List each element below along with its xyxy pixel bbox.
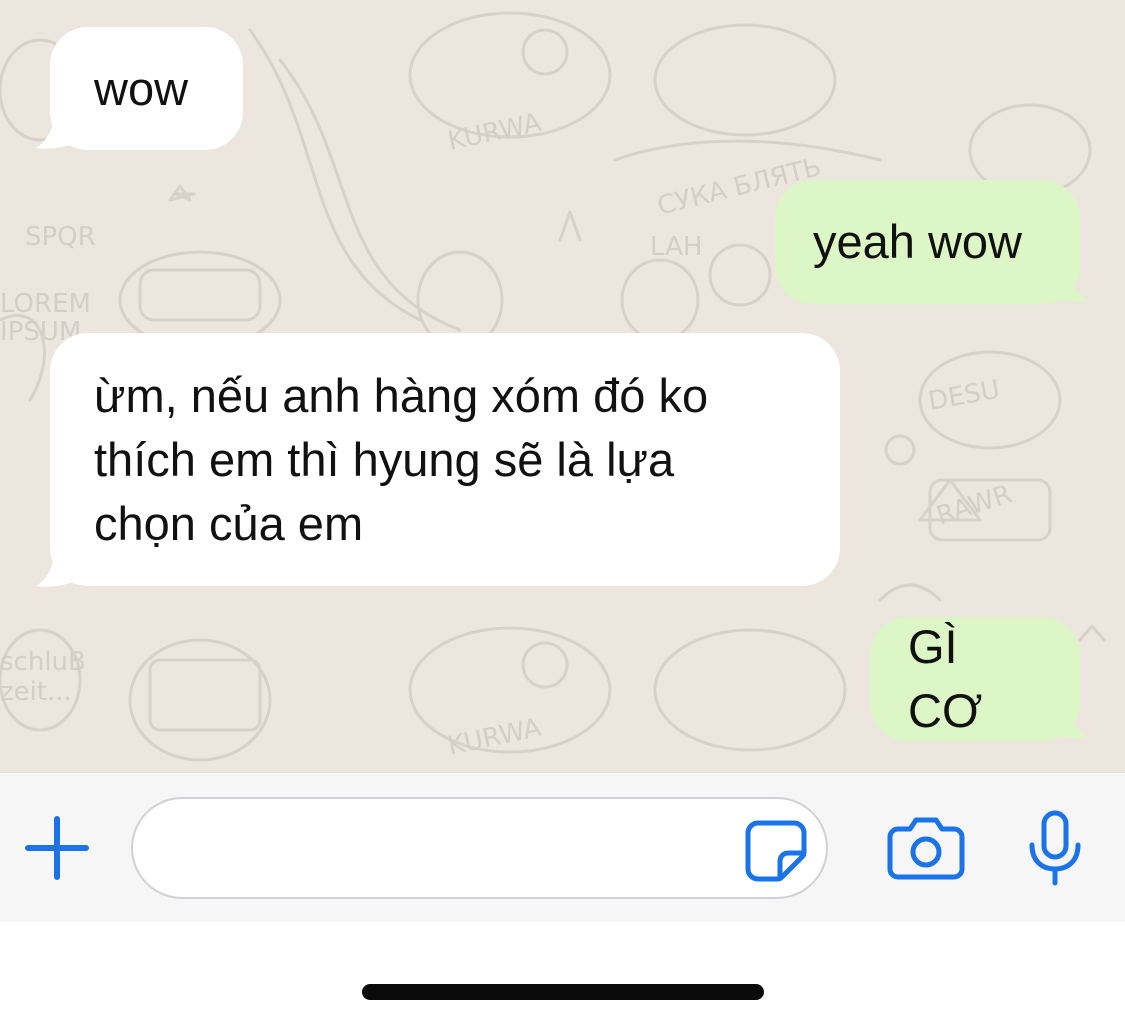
message-text: GÌ CƠ (908, 620, 983, 737)
svg-text:DESU: DESU (926, 375, 1002, 417)
home-indicator[interactable] (362, 984, 764, 1000)
message-text: yeah wow (813, 215, 1022, 268)
svg-text:schluB: schluB (0, 647, 86, 677)
home-area (0, 922, 1125, 1024)
message-bubble-incoming[interactable]: wow (50, 27, 243, 150)
svg-text:LOREM: LOREM (0, 289, 91, 319)
message-text: ừm, nếu anh hàng xóm đó ko thích em thì … (94, 368, 709, 550)
message-composer (0, 772, 1125, 922)
plus-icon[interactable] (22, 813, 92, 883)
camera-icon[interactable] (886, 813, 966, 883)
svg-text:LAH: LAH (650, 232, 702, 262)
chat-screen: KURWA СУКА БЛЯТЬ DESU RAWR SPQR LOREM IP… (0, 0, 1125, 1024)
message-bubble-incoming[interactable]: ừm, nếu anh hàng xóm đó ko thích em thì … (50, 333, 840, 586)
svg-text:zeit...: zeit... (0, 677, 72, 707)
microphone-icon[interactable] (1020, 809, 1090, 889)
message-bubble-outgoing[interactable]: yeah wow (775, 180, 1080, 304)
message-bubble-outgoing[interactable]: GÌ CƠ (870, 617, 1080, 741)
conversation-area[interactable]: KURWA СУКА БЛЯТЬ DESU RAWR SPQR LOREM IP… (0, 0, 1125, 772)
message-input[interactable] (173, 819, 737, 881)
svg-text:KURWA: KURWA (445, 713, 544, 762)
svg-text:KURWA: KURWA (445, 108, 544, 157)
message-input-container[interactable] (131, 797, 828, 899)
sticker-icon[interactable] (744, 819, 808, 883)
svg-text:SPQR: SPQR (25, 222, 96, 252)
message-text: wow (94, 61, 189, 115)
